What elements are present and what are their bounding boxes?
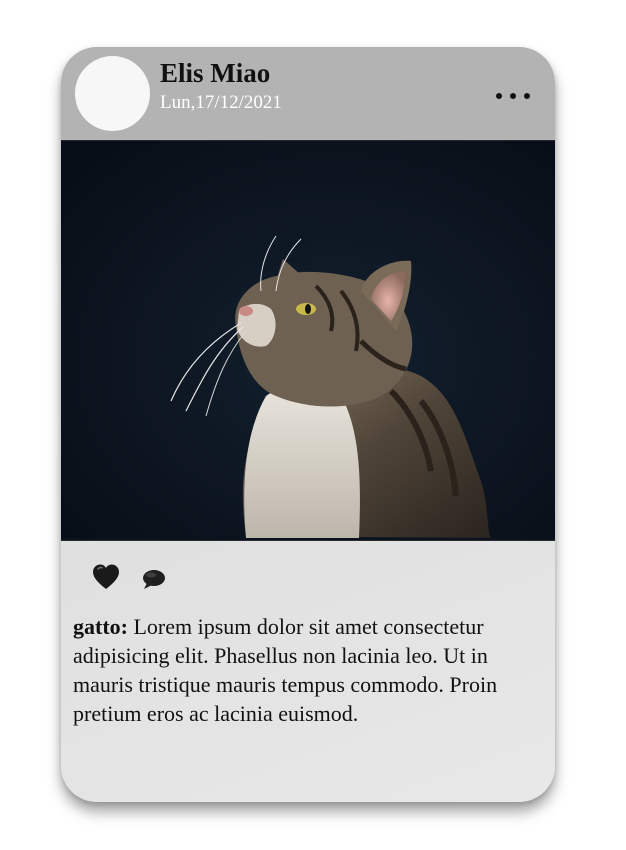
author-name[interactable]: Elis Miao — [160, 57, 270, 89]
comment-button[interactable] — [141, 567, 167, 591]
cat-photo — [61, 141, 555, 538]
caption-text: Lorem ipsum dolor sit amet consectetur a… — [73, 614, 498, 726]
post-header: Elis Miao Lun,17/12/2021 — [61, 47, 555, 141]
post-image[interactable] — [61, 140, 555, 541]
post-date: Lun,17/12/2021 — [160, 92, 282, 113]
post-caption: gatto: Lorem ipsum dolor sit amet consec… — [73, 612, 545, 728]
avatar[interactable] — [75, 56, 150, 131]
more-options-button[interactable] — [493, 83, 537, 109]
like-button[interactable] — [91, 562, 121, 592]
heart-icon — [93, 564, 119, 589]
more-horizontal-icon — [496, 93, 530, 99]
post-card: Elis Miao Lun,17/12/2021 gatto: Lorem ip… — [61, 47, 555, 802]
speech-bubble-icon — [143, 570, 165, 589]
caption-username[interactable]: gatto: — [73, 614, 128, 639]
